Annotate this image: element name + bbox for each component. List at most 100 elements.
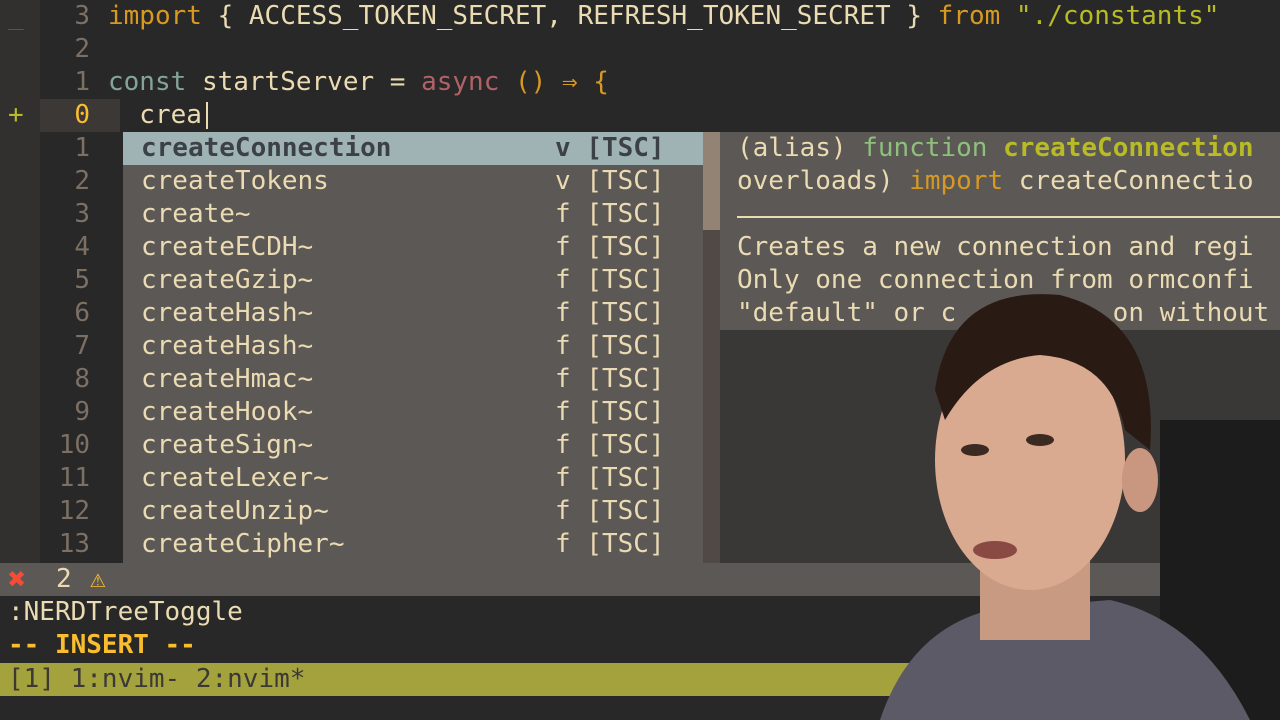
relative-line-number-row: 3 — [0, 198, 120, 231]
completion-item[interactable]: createGzip~ f [TSC] — [123, 264, 703, 297]
completion-source: [TSC] — [586, 331, 665, 361]
completion-kind: f [TSC] — [555, 495, 665, 528]
completion-kind: v [TSC] — [555, 165, 665, 198]
relative-line-number-row: 1 — [0, 132, 120, 165]
completion-item[interactable]: create~ f [TSC] — [123, 198, 703, 231]
completion-kind: f [TSC] — [555, 330, 665, 363]
completion-menu[interactable]: createConnection v [TSC] createTokens v [TS… — [123, 132, 703, 594]
kind-letter: f — [555, 364, 571, 394]
completion-item[interactable]: createTokens v [TSC] — [123, 165, 703, 198]
relative-line-number-row: 5 — [0, 264, 120, 297]
doc-keyword: import — [909, 166, 1004, 196]
keyword: const — [108, 67, 187, 97]
completion-word: create~ — [141, 199, 251, 229]
line-number: 1 — [74, 133, 90, 163]
completion-word: createHash~ — [141, 298, 314, 328]
completion-word: createUnzip~ — [141, 496, 329, 526]
completion-item[interactable]: createLexer~ f [TSC] — [123, 462, 703, 495]
removed-sign: _ — [8, 1, 24, 31]
completion-word: createConnection — [141, 133, 392, 163]
line-number: 5 — [74, 265, 90, 295]
completion-kind: v [TSC] — [555, 132, 665, 165]
line-number: 2 — [74, 166, 90, 196]
code-line[interactable]: 1 const startServer = async () ⇒ { — [0, 66, 1280, 99]
completion-source: [TSC] — [586, 298, 665, 328]
error-icon: ✖ — [8, 562, 27, 597]
completion-kind: f [TSC] — [555, 363, 665, 396]
kind-letter: f — [555, 199, 571, 229]
completion-source: [TSC] — [586, 529, 665, 559]
completion-source: [TSC] — [586, 133, 665, 163]
keyword: async — [421, 67, 500, 97]
code-line[interactable]: 2 — [0, 33, 1280, 66]
string: "./constants" — [1015, 1, 1220, 31]
completion-item[interactable]: createHash~ f [TSC] — [123, 330, 703, 363]
completion-word: createHmac~ — [141, 364, 314, 394]
relative-line-number-row: 6 — [0, 297, 120, 330]
doc-text: Creates a new connection and regi — [737, 232, 1254, 262]
completion-item[interactable]: createHash~ f [TSC] — [123, 297, 703, 330]
relative-line-number-row: 9 — [0, 396, 120, 429]
completion-item[interactable]: createCipher~ f [TSC] — [123, 528, 703, 561]
line-number: 7 — [74, 331, 90, 361]
kind-letter: f — [555, 430, 571, 460]
kind-letter: f — [555, 298, 571, 328]
current-line[interactable]: +0 crea — [0, 99, 1280, 132]
completion-item[interactable]: createUnzip~ f [TSC] — [123, 495, 703, 528]
completion-kind: f [TSC] — [555, 429, 665, 462]
completion-kind: f [TSC] — [555, 462, 665, 495]
line-number: 3 — [74, 1, 90, 31]
keyword: import — [108, 1, 202, 31]
completion-kind: f [TSC] — [555, 264, 665, 297]
kind-letter: f — [555, 265, 571, 295]
kind-letter: f — [555, 331, 571, 361]
kind-letter: f — [555, 463, 571, 493]
kind-letter: f — [555, 397, 571, 427]
completion-source: [TSC] — [586, 397, 665, 427]
completion-word: createHook~ — [141, 397, 314, 427]
completion-scrollbar-thumb[interactable] — [703, 132, 720, 230]
code-text: { ACCESS_TOKEN_SECRET, REFRESH_TOKEN_SEC… — [217, 1, 922, 31]
line-number: 4 — [74, 232, 90, 262]
keyword: from — [937, 1, 1001, 31]
code-line[interactable]: _ 3 import { ACCESS_TOKEN_SECRET, REFRESH_… — [0, 0, 1280, 33]
completion-item[interactable]: createHook~ f [TSC] — [123, 396, 703, 429]
doc-function-name: createConnection — [1003, 133, 1254, 163]
completion-item[interactable]: createSign~ f [TSC] — [123, 429, 703, 462]
completion-source: [TSC] — [586, 265, 665, 295]
line-number: 3 — [74, 199, 90, 229]
completion-source: [TSC] — [586, 232, 665, 262]
relative-line-number-row: 4 — [0, 231, 120, 264]
line-number: 1 — [74, 67, 90, 97]
line-number: 6 — [74, 298, 90, 328]
warning-icon: ⚠ — [90, 564, 106, 594]
completion-kind: f [TSC] — [555, 528, 665, 561]
line-number: 9 — [74, 397, 90, 427]
doc-text: overloads) — [737, 166, 894, 196]
completion-source: [TSC] — [586, 496, 665, 526]
completion-word: createTokens — [141, 166, 329, 196]
completion-kind: f [TSC] — [555, 231, 665, 264]
line-number: 8 — [74, 364, 90, 394]
eye — [961, 444, 989, 456]
completion-item[interactable]: createECDH~ f [TSC] — [123, 231, 703, 264]
completion-kind: f [TSC] — [555, 297, 665, 330]
doc-separator — [737, 216, 1280, 218]
error-count: 2 — [56, 564, 72, 594]
completion-kind: f [TSC] — [555, 198, 665, 231]
completion-source: [TSC] — [586, 199, 665, 229]
kind-letter: v — [555, 166, 571, 196]
relative-line-number-row: 7 — [0, 330, 120, 363]
kind-letter: f — [555, 529, 571, 559]
completion-source: [TSC] — [586, 430, 665, 460]
relative-line-number-row: 10 — [0, 429, 120, 462]
mouth — [973, 541, 1017, 559]
completion-item[interactable]: createHmac~ f [TSC] — [123, 363, 703, 396]
relative-line-number-row: 2 — [0, 165, 120, 198]
line-number: 0 — [74, 100, 90, 130]
completion-word: createECDH~ — [141, 232, 314, 262]
typed-text[interactable]: crea — [108, 99, 202, 132]
line-number: 11 — [58, 463, 90, 493]
relative-line-number-row: 13 — [0, 528, 120, 561]
completion-item[interactable]: createConnection v [TSC] — [123, 132, 703, 165]
